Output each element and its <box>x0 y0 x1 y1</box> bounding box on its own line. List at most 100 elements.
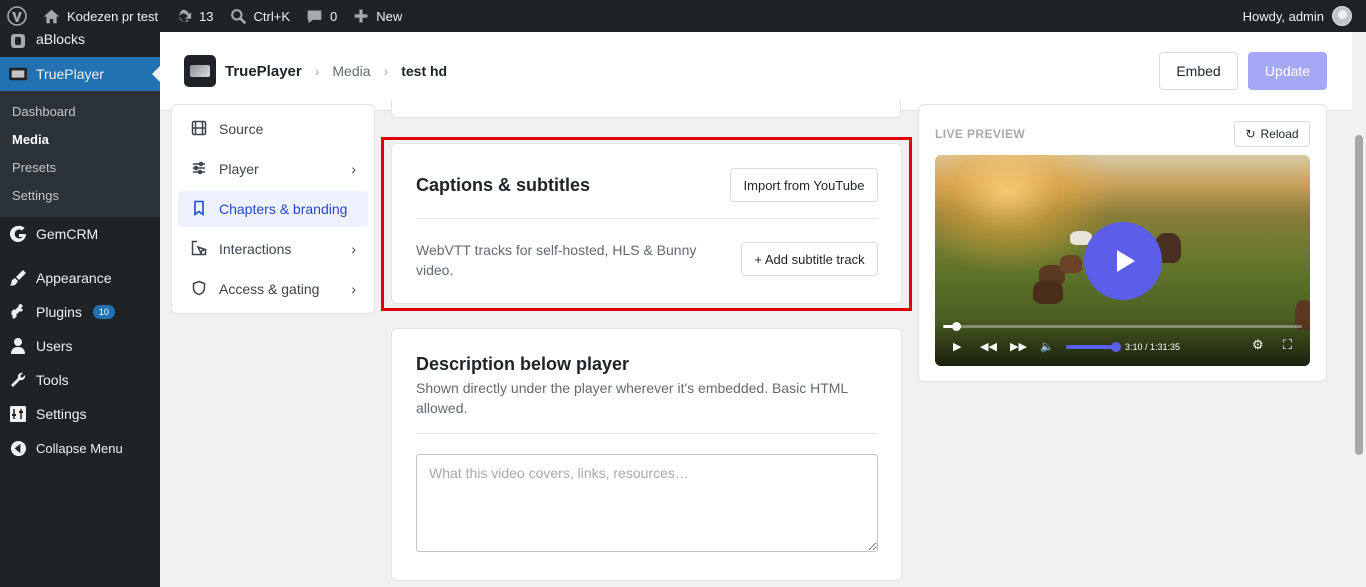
volume-icon[interactable]: 🔈 <box>1040 341 1054 353</box>
updates-icon <box>179 9 192 22</box>
comments-link[interactable]: 0 <box>298 0 345 32</box>
page-scrollbar[interactable] <box>1352 32 1366 587</box>
embed-button[interactable]: Embed <box>1159 52 1238 90</box>
description-title: Description below player <box>416 354 630 374</box>
sidebar-item-label: Users <box>36 338 73 354</box>
settings-nav: Source Player › Chapters & branding Inte… <box>171 104 375 314</box>
chevron-right-icon: › <box>314 63 320 79</box>
sidebar-item-label: Appearance <box>36 270 112 286</box>
sliders-icon <box>191 160 207 179</box>
volume-slider[interactable] <box>1066 342 1121 352</box>
reload-icon: ↻ <box>1245 127 1256 141</box>
trueplayer-submenu: Dashboard Media Presets Settings <box>0 91 160 217</box>
new-label: New <box>376 8 403 24</box>
sidebar-item-label: Collapse Menu <box>36 440 123 456</box>
admin-sidebar: aBlocks TruePlayer Dashboard Media Prese… <box>0 31 160 587</box>
nav-item-label: Access & gating <box>219 281 320 297</box>
reload-button[interactable]: ↻ Reload <box>1234 121 1310 147</box>
nav-item-chapters-branding[interactable]: Chapters & branding <box>178 191 368 227</box>
my-account-link[interactable]: Howdy, admin <box>1243 6 1366 26</box>
play-button[interactable] <box>1084 222 1162 300</box>
users-icon <box>9 337 27 355</box>
play-icon[interactable]: ▶ <box>953 341 961 353</box>
breadcrumb-media-link[interactable]: Media <box>332 63 370 79</box>
sidebar-item-tools[interactable]: Tools <box>0 363 160 397</box>
cursor-icon <box>191 240 208 259</box>
breadcrumb-current: test hd <box>401 63 448 79</box>
video-thumbnail-horse <box>1033 280 1063 304</box>
sidebar-item-gemcrm[interactable]: GemCRM <box>0 217 160 251</box>
live-preview-card: LIVE PREVIEW ↻ Reload ▶ ◀◀ ▶▶ 🔈 3:10 / 1… <box>918 104 1327 382</box>
brand-name: TruePlayer <box>225 62 302 80</box>
comments-count: 0 <box>330 8 338 24</box>
chevron-right-icon: › <box>351 161 356 177</box>
nav-item-source[interactable]: Source <box>178 111 368 147</box>
home-icon <box>43 9 60 23</box>
film-icon <box>191 120 207 139</box>
live-preview-label: LIVE PREVIEW <box>935 127 1026 141</box>
submenu-item-presets[interactable]: Presets <box>0 154 160 182</box>
sidebar-item-users[interactable]: Users <box>0 329 160 363</box>
nav-item-label: Chapters & branding <box>219 201 348 217</box>
appearance-icon <box>9 269 27 287</box>
scrollbar-thumb[interactable] <box>1355 135 1363 455</box>
sidebar-item-appearance[interactable]: Appearance <box>0 261 160 295</box>
description-textarea[interactable] <box>416 454 878 552</box>
search-shortcut-link[interactable]: Ctrl+K <box>222 0 298 32</box>
nav-item-player[interactable]: Player › <box>178 151 368 187</box>
previous-card <box>391 100 901 118</box>
video-thumbnail-horse <box>1060 255 1082 273</box>
site-name-label: Kodezen pr test <box>67 8 159 24</box>
timecode: 3:10 / 1:31:35 <box>1125 342 1181 352</box>
sidebar-item-collapse[interactable]: Collapse Menu <box>0 431 160 465</box>
new-content-link[interactable]: New <box>345 0 410 32</box>
updates-count: 13 <box>199 8 214 24</box>
gear-icon[interactable]: ⚙ <box>1252 338 1264 351</box>
sidebar-item-label: Settings <box>36 406 87 422</box>
submenu-item-dashboard[interactable]: Dashboard <box>0 98 160 126</box>
submenu-item-media[interactable]: Media <box>0 126 160 154</box>
plus-icon <box>354 9 368 23</box>
description-card: Description below player Shown directly … <box>391 328 902 581</box>
search-shortcut-label: Ctrl+K <box>253 8 291 24</box>
wordpress-logo-button[interactable] <box>0 0 35 32</box>
chevron-right-icon: › <box>383 63 389 79</box>
sidebar-item-label: GemCRM <box>36 226 99 242</box>
sidebar-item-label: Plugins <box>36 304 82 320</box>
tools-icon <box>9 371 27 389</box>
sidebar-item-label: aBlocks <box>36 31 86 47</box>
wordpress-icon <box>7 6 27 26</box>
settings-icon <box>9 405 27 423</box>
gemcrm-icon <box>9 225 27 243</box>
comment-icon <box>307 10 322 23</box>
nav-item-label: Interactions <box>219 241 292 257</box>
video-player[interactable]: ▶ ◀◀ ▶▶ 🔈 3:10 / 1:31:35 ⚙ ⛶ <box>935 155 1310 366</box>
nav-item-access-gating[interactable]: Access & gating › <box>178 271 368 307</box>
ablocks-icon <box>9 32 27 50</box>
nav-item-interactions[interactable]: Interactions › <box>178 231 368 267</box>
progress-knob[interactable] <box>951 322 961 331</box>
fast-forward-icon[interactable]: ▶▶ <box>1010 341 1027 353</box>
description-subtitle: Shown directly under the player wherever… <box>416 380 848 416</box>
plugins-icon <box>9 303 27 321</box>
shield-icon <box>191 280 207 299</box>
admin-bar: Kodezen pr test 13 Ctrl+K 0 New Howdy, a… <box>0 0 1366 32</box>
sidebar-item-plugins[interactable]: Plugins 10 <box>0 295 160 329</box>
nav-item-label: Source <box>219 121 264 137</box>
progress-bar[interactable] <box>943 322 1302 331</box>
submenu-item-settings[interactable]: Settings <box>0 182 160 210</box>
rewind-icon[interactable]: ◀◀ <box>980 341 997 353</box>
fullscreen-icon[interactable]: ⛶ <box>1283 338 1292 351</box>
sidebar-item-label: TruePlayer <box>36 66 104 82</box>
sidebar-item-trueplayer[interactable]: TruePlayer <box>0 57 160 91</box>
site-name-link[interactable]: Kodezen pr test <box>35 0 166 32</box>
volume-knob[interactable] <box>1111 342 1121 352</box>
avatar <box>1332 6 1352 26</box>
updates-link[interactable]: 13 <box>166 0 221 32</box>
sidebar-item-ablocks[interactable]: aBlocks <box>0 31 160 50</box>
divider <box>416 433 878 434</box>
bookmark-icon <box>191 200 207 219</box>
reload-label: Reload <box>1260 127 1299 141</box>
update-button[interactable]: Update <box>1248 52 1327 90</box>
sidebar-item-settings[interactable]: Settings <box>0 397 160 431</box>
